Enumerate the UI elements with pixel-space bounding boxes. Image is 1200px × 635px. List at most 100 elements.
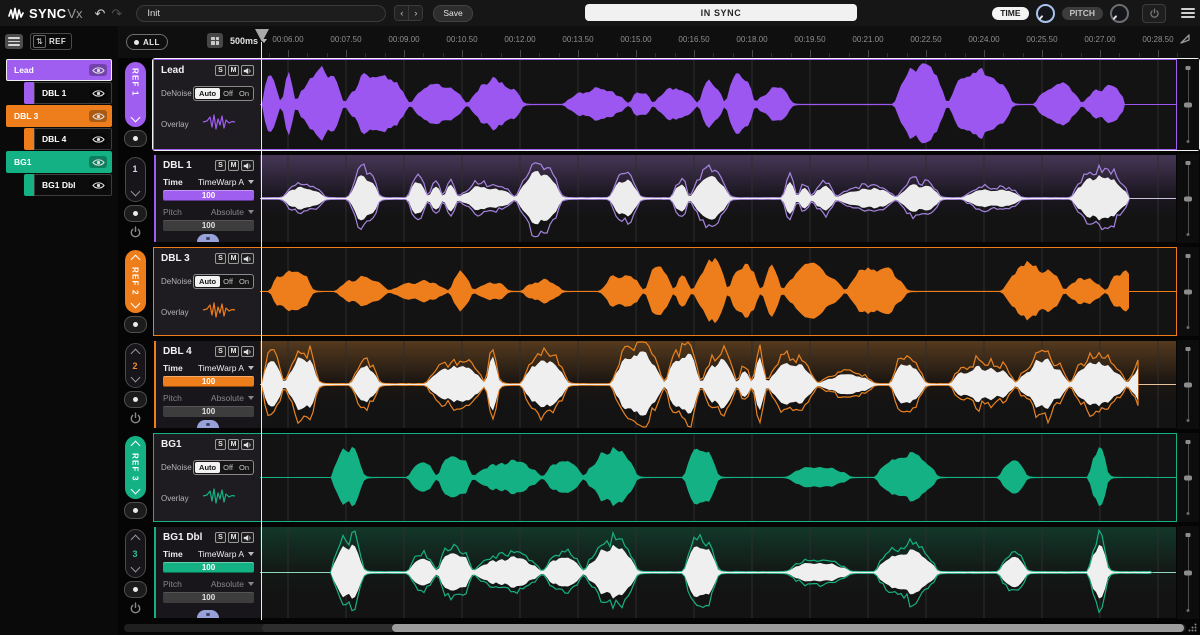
track-list-item[interactable]: Lead [6,59,112,81]
solo-button[interactable]: S [215,160,226,171]
pitch-mode-dropdown[interactable]: Absolute [211,207,254,217]
chevron-down-icon[interactable] [130,187,140,197]
time-amount-slider[interactable]: 100 [163,190,254,201]
pitch-mode-dropdown[interactable]: Absolute [211,393,254,403]
waveform-display[interactable] [260,341,1176,428]
track-tab-pill[interactable]: REF 2 [125,250,146,313]
timeline-ruler[interactable]: ALL 500ms 00:06.0000:07.5000:09.0000:10.… [118,26,1200,58]
monitor-button[interactable] [124,130,147,147]
time-knob[interactable] [1036,4,1055,23]
denoise-option-off[interactable]: Off [220,88,236,99]
denoise-option-on[interactable]: On [236,276,252,287]
chevron-down-icon[interactable] [130,485,140,495]
denoise-option-auto[interactable]: Auto [195,276,220,287]
expand-handle[interactable] [197,420,219,428]
track-tab-pill[interactable]: 2 [125,343,146,388]
time-mode-dropdown[interactable]: TimeWarp A [198,549,254,559]
pitch-knob[interactable] [1110,4,1129,23]
waveform-display[interactable] [260,60,1176,149]
visibility-eye-button[interactable] [89,110,107,122]
track-tab-pill[interactable]: 3 [125,529,146,578]
track-zoom-slider[interactable] [1177,433,1199,522]
solo-button[interactable]: S [215,346,226,357]
waveform-display[interactable] [260,434,1176,521]
track-tab-pill[interactable]: REF 1 [125,62,146,127]
pitch-amount-slider[interactable]: 100 [163,220,254,231]
time-mode-dropdown[interactable]: TimeWarp A [198,177,254,187]
monitor-button[interactable] [124,581,147,598]
monitor-button[interactable] [124,316,147,333]
chevron-up-icon[interactable] [130,255,140,265]
track-list-item[interactable]: DBL 1 [6,82,112,104]
expand-handle[interactable] [197,234,219,242]
solo-button[interactable]: S [215,253,226,264]
chevron-down-icon[interactable] [130,113,140,123]
visibility-eye-button[interactable] [89,133,107,145]
overlay-toggle[interactable] [201,488,237,509]
track-list-view-button[interactable] [5,34,23,49]
chevron-down-icon[interactable] [130,373,140,383]
listen-button[interactable] [241,160,254,171]
denoise-option-off[interactable]: Off [220,462,236,473]
chevron-down-icon[interactable] [130,563,140,573]
mute-button[interactable]: M [228,532,239,543]
listen-button[interactable] [241,253,254,264]
denoise-option-on[interactable]: On [236,88,252,99]
monitor-button[interactable] [124,205,147,222]
denoise-option-auto[interactable]: Auto [195,88,220,99]
track-zoom-slider[interactable] [1177,340,1199,429]
overlay-toggle[interactable] [201,114,237,135]
listen-button[interactable] [241,532,254,543]
chevron-down-icon[interactable] [130,299,140,309]
track-list-item[interactable]: BG1 [6,151,112,173]
time-mode-dropdown[interactable]: TimeWarp A [198,363,254,373]
pitch-mode-dropdown[interactable]: Absolute [211,579,254,589]
solo-button[interactable]: S [215,65,226,76]
visibility-eye-button[interactable] [89,64,107,76]
track-power-button[interactable] [129,412,142,430]
waveform-display[interactable] [260,155,1176,242]
denoise-option-on[interactable]: On [236,462,252,473]
scrollbar-thumb[interactable] [392,624,1184,632]
chevron-up-icon[interactable] [130,349,140,359]
horizontal-scrollbar[interactable] [124,624,1186,632]
monitor-button[interactable] [124,502,147,519]
solo-button[interactable]: S [215,439,226,450]
track-power-button[interactable] [129,226,142,244]
chevron-up-icon[interactable] [130,535,140,545]
track-zoom-slider[interactable] [1177,526,1199,619]
listen-button[interactable] [241,346,254,357]
time-amount-slider[interactable]: 100 [163,376,254,387]
mute-button[interactable]: M [228,160,239,171]
track-list-item[interactable]: BG1 Dbl [6,174,112,196]
monitor-button[interactable] [124,391,147,408]
pitch-mode-toggle[interactable]: PITCH [1062,7,1104,20]
visibility-eye-button[interactable] [89,179,107,191]
waveform-display[interactable] [260,248,1176,335]
track-power-button[interactable] [129,602,142,620]
time-amount-slider[interactable]: 100 [163,562,254,573]
mute-button[interactable]: M [228,346,239,357]
pitch-amount-slider[interactable]: 100 [163,592,254,603]
visibility-eye-button[interactable] [89,156,107,168]
playhead-marker[interactable] [255,29,269,42]
ref-sort-button[interactable]: ⇅ REF [30,33,72,50]
undo-icon[interactable]: ↶ [95,7,106,20]
bypass-power-button[interactable] [1142,4,1166,23]
solo-button[interactable]: S [215,532,226,543]
next-preset-button[interactable]: › [409,6,422,20]
overlay-toggle[interactable] [201,302,237,323]
mute-button[interactable]: M [228,439,239,450]
save-button[interactable]: Save [433,5,472,22]
visibility-eye-button[interactable] [89,87,107,99]
preset-name-field[interactable]: Init [136,5,386,22]
chevron-up-icon[interactable] [130,441,140,451]
denoise-option-auto[interactable]: Auto [195,462,220,473]
denoise-option-off[interactable]: Off [220,276,236,287]
mute-button[interactable]: M [228,65,239,76]
all-tracks-button[interactable]: ALL [126,34,168,50]
menu-icon[interactable] [1181,8,1195,18]
mute-button[interactable]: M [228,253,239,264]
prev-preset-button[interactable]: ‹ [395,6,409,20]
track-zoom-slider[interactable] [1177,59,1199,150]
